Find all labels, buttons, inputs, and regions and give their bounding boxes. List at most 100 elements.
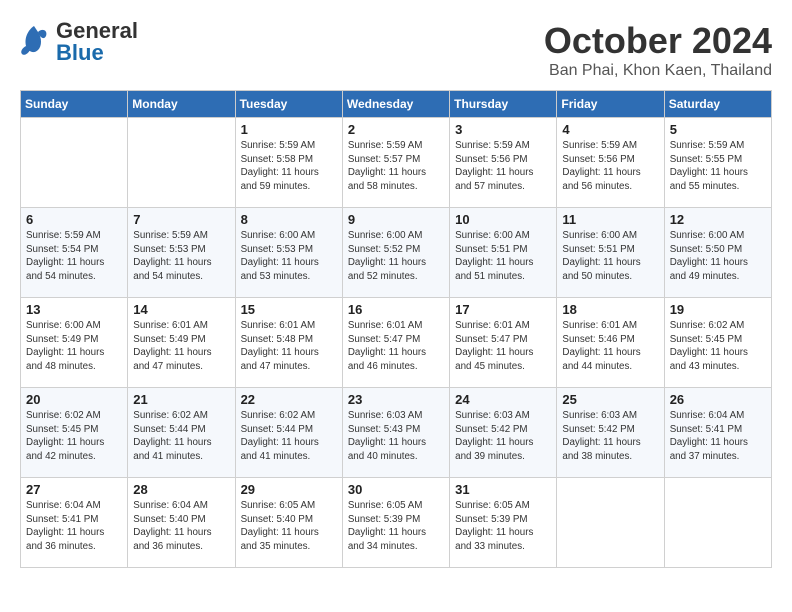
calendar-cell: 4 Sunrise: 5:59 AM Sunset: 5:56 PM Daylig…	[557, 118, 664, 208]
weekday-header-cell: Friday	[557, 91, 664, 118]
day-info: Sunrise: 5:59 AM Sunset: 5:56 PM Dayligh…	[455, 139, 551, 194]
calendar-cell: 14Sunrise: 6:01 AM Sunset: 5:49 PM Dayli…	[128, 298, 235, 388]
day-number: 16	[348, 302, 444, 317]
calendar-cell: 26 Sunrise: 6:04 AM Sunset: 5:41 PM Dayli…	[664, 388, 771, 478]
day-info: Sunrise: 5:59 AM Sunset: 5:54 PM Dayligh…	[26, 229, 122, 284]
calendar-cell: 10Sunrise: 6:00 AM Sunset: 5:51 PM Dayli…	[450, 208, 557, 298]
calendar-week-row: 1Sunrise: 5:59 AM Sunset: 5:58 PM Daylig…	[21, 118, 772, 208]
day-number: 30	[348, 482, 444, 497]
day-info: Sunrise: 6:02 AM Sunset: 5:45 PM Dayligh…	[26, 409, 122, 464]
calendar-cell: 22 Sunrise: 6:02 AM Sunset: 5:44 PM Dayli…	[235, 388, 342, 478]
calendar-cell: 29 Sunrise: 6:05 AM Sunset: 5:40 PM Dayli…	[235, 478, 342, 568]
calendar-cell: 6 Sunrise: 5:59 AM Sunset: 5:54 PM Daylig…	[21, 208, 128, 298]
day-number: 15	[241, 302, 337, 317]
calendar-cell	[557, 478, 664, 568]
day-info: Sunrise: 6:01 AM Sunset: 5:48 PM Dayligh…	[241, 319, 337, 374]
calendar-cell: 12 Sunrise: 6:00 AM Sunset: 5:50 PM Dayli…	[664, 208, 771, 298]
day-number: 22	[241, 392, 337, 407]
day-number: 6	[26, 212, 122, 227]
calendar-cell: 24 Sunrise: 6:03 AM Sunset: 5:42 PM Dayli…	[450, 388, 557, 478]
day-info: Sunrise: 6:05 AM Sunset: 5:40 PM Dayligh…	[241, 499, 337, 554]
weekday-header-cell: Thursday	[450, 91, 557, 118]
day-number: 24	[455, 392, 551, 407]
day-number: 31	[455, 482, 551, 497]
day-info: Sunrise: 6:00 AM Sunset: 5:50 PM Dayligh…	[670, 229, 766, 284]
day-info: Sunrise: 6:04 AM Sunset: 5:41 PM Dayligh…	[670, 409, 766, 464]
day-info: Sunrise: 6:01 AM Sunset: 5:49 PM Dayligh…	[133, 319, 229, 374]
calendar-week-row: 13Sunrise: 6:00 AM Sunset: 5:49 PM Dayli…	[21, 298, 772, 388]
weekday-header-cell: Tuesday	[235, 91, 342, 118]
calendar-cell: 7Sunrise: 5:59 AM Sunset: 5:53 PM Daylig…	[128, 208, 235, 298]
day-info: Sunrise: 6:02 AM Sunset: 5:44 PM Dayligh…	[241, 409, 337, 464]
weekday-header-cell: Sunday	[21, 91, 128, 118]
weekday-header-cell: Wednesday	[342, 91, 449, 118]
day-info: Sunrise: 6:00 AM Sunset: 5:53 PM Dayligh…	[241, 229, 337, 284]
logo-blue-text: Blue	[56, 42, 138, 64]
day-number: 23	[348, 392, 444, 407]
calendar-cell: 1Sunrise: 5:59 AM Sunset: 5:58 PM Daylig…	[235, 118, 342, 208]
day-number: 3	[455, 122, 551, 137]
calendar-body: 1Sunrise: 5:59 AM Sunset: 5:58 PM Daylig…	[21, 118, 772, 568]
day-info: Sunrise: 5:59 AM Sunset: 5:56 PM Dayligh…	[562, 139, 658, 194]
day-number: 5	[670, 122, 766, 137]
day-info: Sunrise: 6:01 AM Sunset: 5:47 PM Dayligh…	[348, 319, 444, 374]
day-number: 21	[133, 392, 229, 407]
calendar-table: SundayMondayTuesdayWednesdayThursdayFrid…	[20, 90, 772, 568]
day-info: Sunrise: 6:03 AM Sunset: 5:42 PM Dayligh…	[455, 409, 551, 464]
calendar-cell: 25 Sunrise: 6:03 AM Sunset: 5:42 PM Dayli…	[557, 388, 664, 478]
day-number: 26	[670, 392, 766, 407]
calendar-week-row: 27Sunrise: 6:04 AM Sunset: 5:41 PM Dayli…	[21, 478, 772, 568]
day-info: Sunrise: 6:05 AM Sunset: 5:39 PM Dayligh…	[455, 499, 551, 554]
calendar-cell	[128, 118, 235, 208]
logo-bird-icon	[20, 24, 48, 61]
day-number: 4	[562, 122, 658, 137]
day-number: 29	[241, 482, 337, 497]
calendar-cell: 31 Sunrise: 6:05 AM Sunset: 5:39 PM Dayli…	[450, 478, 557, 568]
day-number: 7	[133, 212, 229, 227]
day-info: Sunrise: 6:02 AM Sunset: 5:44 PM Dayligh…	[133, 409, 229, 464]
calendar-cell: 19Sunrise: 6:02 AM Sunset: 5:45 PM Dayli…	[664, 298, 771, 388]
weekday-header-cell: Monday	[128, 91, 235, 118]
calendar-cell: 13Sunrise: 6:00 AM Sunset: 5:49 PM Dayli…	[21, 298, 128, 388]
calendar-cell: 28Sunrise: 6:04 AM Sunset: 5:40 PM Dayli…	[128, 478, 235, 568]
weekday-header-cell: Saturday	[664, 91, 771, 118]
day-number: 10	[455, 212, 551, 227]
calendar-cell	[21, 118, 128, 208]
calendar-cell: 11 Sunrise: 6:00 AM Sunset: 5:51 PM Dayli…	[557, 208, 664, 298]
day-info: Sunrise: 6:03 AM Sunset: 5:42 PM Dayligh…	[562, 409, 658, 464]
title-block: October 2024 Ban Phai, Khon Kaen, Thaila…	[544, 20, 772, 80]
day-info: Sunrise: 6:05 AM Sunset: 5:39 PM Dayligh…	[348, 499, 444, 554]
day-number: 1	[241, 122, 337, 137]
day-number: 11	[562, 212, 658, 227]
calendar-cell: 20 Sunrise: 6:02 AM Sunset: 5:45 PM Dayli…	[21, 388, 128, 478]
day-info: Sunrise: 5:59 AM Sunset: 5:57 PM Dayligh…	[348, 139, 444, 194]
calendar-cell: 27Sunrise: 6:04 AM Sunset: 5:41 PM Dayli…	[21, 478, 128, 568]
day-info: Sunrise: 6:01 AM Sunset: 5:47 PM Dayligh…	[455, 319, 551, 374]
day-number: 13	[26, 302, 122, 317]
calendar-week-row: 6 Sunrise: 5:59 AM Sunset: 5:54 PM Daylig…	[21, 208, 772, 298]
day-number: 2	[348, 122, 444, 137]
month-title: October 2024	[544, 20, 772, 62]
calendar-cell: 18Sunrise: 6:01 AM Sunset: 5:46 PM Dayli…	[557, 298, 664, 388]
day-info: Sunrise: 6:00 AM Sunset: 5:52 PM Dayligh…	[348, 229, 444, 284]
day-info: Sunrise: 6:04 AM Sunset: 5:40 PM Dayligh…	[133, 499, 229, 554]
calendar-cell: 5 Sunrise: 5:59 AM Sunset: 5:55 PM Daylig…	[664, 118, 771, 208]
day-info: Sunrise: 6:00 AM Sunset: 5:51 PM Dayligh…	[562, 229, 658, 284]
day-number: 17	[455, 302, 551, 317]
calendar-cell: 16 Sunrise: 6:01 AM Sunset: 5:47 PM Dayli…	[342, 298, 449, 388]
calendar-cell: 15 Sunrise: 6:01 AM Sunset: 5:48 PM Dayli…	[235, 298, 342, 388]
calendar-cell: 9Sunrise: 6:00 AM Sunset: 5:52 PM Daylig…	[342, 208, 449, 298]
day-number: 20	[26, 392, 122, 407]
day-number: 12	[670, 212, 766, 227]
day-number: 18	[562, 302, 658, 317]
logo: General Blue	[20, 20, 138, 64]
calendar-cell: 23Sunrise: 6:03 AM Sunset: 5:43 PM Dayli…	[342, 388, 449, 478]
day-number: 27	[26, 482, 122, 497]
calendar-cell: 8Sunrise: 6:00 AM Sunset: 5:53 PM Daylig…	[235, 208, 342, 298]
day-number: 25	[562, 392, 658, 407]
calendar-week-row: 20 Sunrise: 6:02 AM Sunset: 5:45 PM Dayli…	[21, 388, 772, 478]
location-title: Ban Phai, Khon Kaen, Thailand	[544, 62, 772, 80]
calendar-cell: 3 Sunrise: 5:59 AM Sunset: 5:56 PM Daylig…	[450, 118, 557, 208]
day-info: Sunrise: 5:59 AM Sunset: 5:55 PM Dayligh…	[670, 139, 766, 194]
weekday-header-row: SundayMondayTuesdayWednesdayThursdayFrid…	[21, 91, 772, 118]
